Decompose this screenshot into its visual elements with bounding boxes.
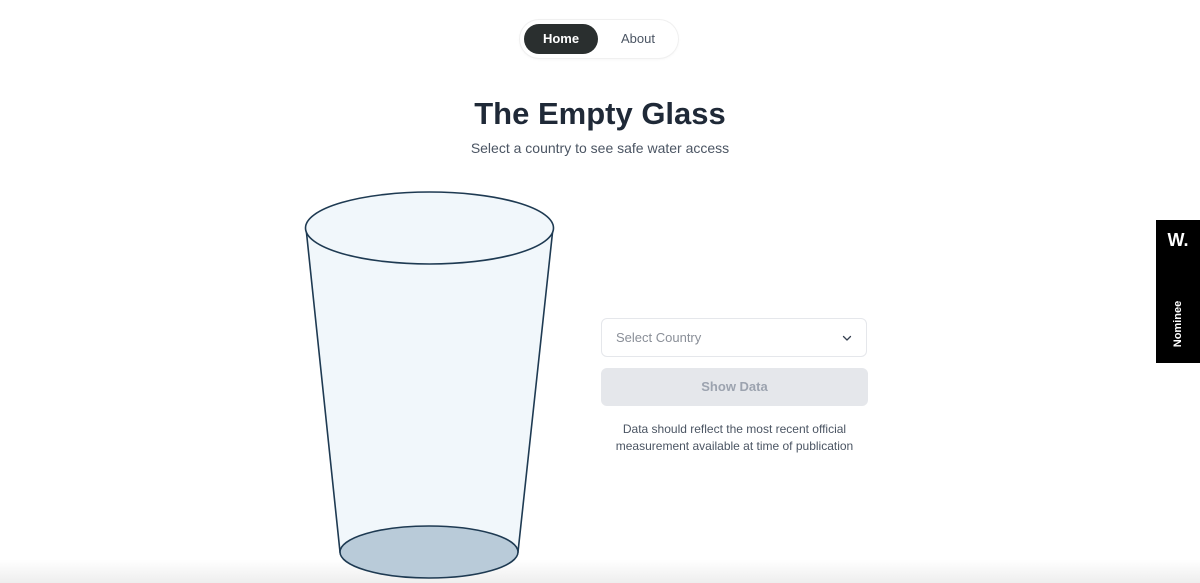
- show-data-button[interactable]: Show Data: [601, 368, 868, 406]
- nav-home-button[interactable]: Home: [524, 24, 598, 54]
- country-select[interactable]: Select Country: [601, 318, 867, 357]
- page: Home About The Empty Glass Select a coun…: [0, 0, 1200, 583]
- glass-body: [305, 227, 554, 553]
- country-select-placeholder: Select Country: [616, 330, 702, 345]
- empty-glass-illustration: [304, 191, 555, 579]
- glass-rim: [304, 191, 555, 265]
- badge-logo: W.: [1167, 230, 1189, 250]
- page-subtitle: Select a country to see safe water acces…: [470, 140, 730, 156]
- data-note: Data should reflect the most recent offi…: [615, 422, 854, 453]
- top-nav: Home About: [520, 20, 678, 58]
- nav-about-button[interactable]: About: [602, 24, 674, 54]
- glass-bottom: [339, 525, 519, 579]
- nominee-badge[interactable]: W. Nominee: [1156, 220, 1200, 363]
- chevron-down-icon: [842, 335, 852, 341]
- page-title: The Empty Glass: [474, 96, 726, 131]
- badge-label: Nominee: [1172, 300, 1184, 348]
